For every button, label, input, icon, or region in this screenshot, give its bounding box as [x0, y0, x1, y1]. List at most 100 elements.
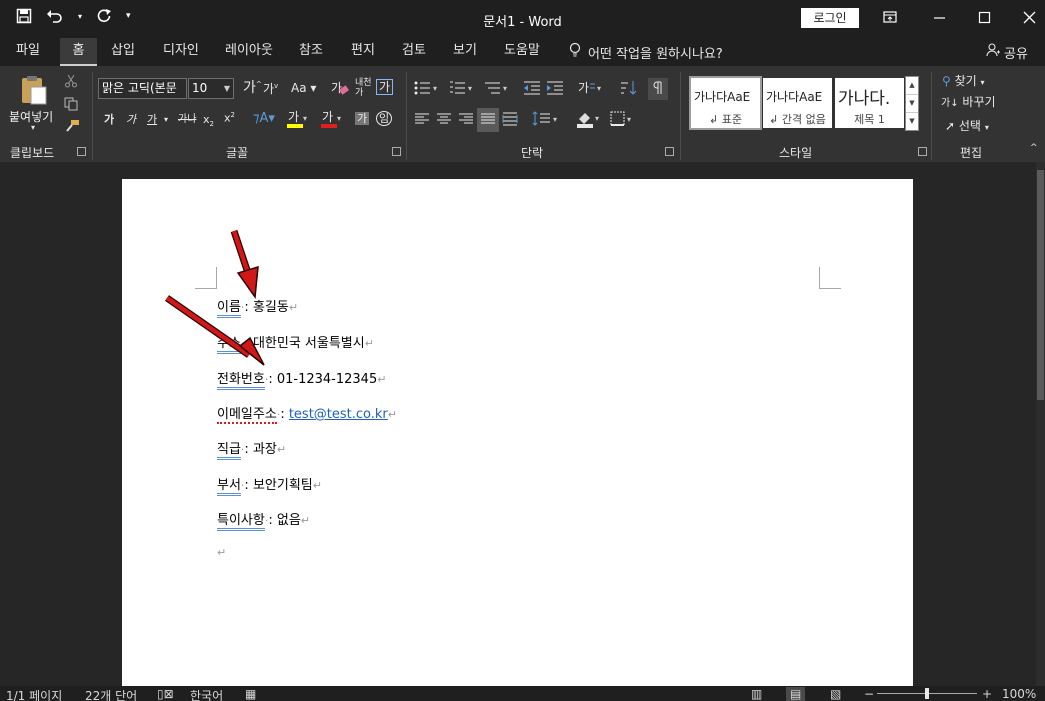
align-center-icon[interactable] — [436, 112, 452, 128]
multilevel-list-icon[interactable]: ▾ — [484, 80, 510, 98]
web-layout-icon[interactable]: ▧ — [830, 687, 841, 701]
character-border-icon[interactable]: 가 — [376, 79, 394, 95]
zoom-slider-thumb[interactable] — [925, 688, 929, 699]
strikethrough-icon[interactable]: 가나 — [178, 115, 196, 125]
maximize-icon[interactable] — [977, 9, 997, 29]
scrollbar-thumb[interactable] — [1037, 170, 1044, 400]
phonetic-guide-icon[interactable]: 내천 가 — [355, 78, 372, 98]
align-right-icon[interactable] — [458, 112, 474, 128]
style-no-spacing[interactable]: 가나다AaE ↲ 간격 없음 — [763, 78, 832, 128]
style-sample: 가나다AaE — [694, 90, 751, 104]
font-color-icon[interactable]: 가 ▾ — [320, 110, 342, 130]
styles-gallery-scroll[interactable]: ▲ ▼ ▼ — [905, 76, 919, 131]
svg-text:▾: ▾ — [627, 115, 631, 124]
group-separator — [92, 72, 93, 160]
minimize-icon[interactable] — [932, 9, 952, 29]
editing-group-label: 편집 — [960, 146, 983, 160]
tab-mailings[interactable]: 편지 — [351, 38, 375, 66]
page-count[interactable]: 1/1 페이지 — [6, 687, 62, 701]
distributed-icon[interactable] — [502, 111, 518, 129]
replace-button[interactable]: 가↓ 바꾸기 — [941, 96, 996, 109]
enclose-characters-icon[interactable]: 임 — [376, 111, 393, 126]
paragraph-launcher-icon[interactable] — [665, 147, 674, 156]
format-painter-icon[interactable] — [64, 119, 80, 135]
justify-icon[interactable] — [477, 108, 499, 132]
select-label: 선택 — [958, 119, 981, 133]
font-name-combo[interactable]: 맑은 고딕(본문 — [98, 78, 187, 99]
align-left-icon[interactable] — [414, 112, 430, 128]
chevron-down-icon[interactable]: ▼ — [906, 94, 918, 112]
tab-layout[interactable]: 레이아웃 — [225, 38, 273, 66]
more-styles-icon[interactable]: ▼ — [906, 112, 918, 130]
tab-home[interactable]: 홈 — [60, 38, 97, 66]
tab-help[interactable]: 도움말 — [504, 38, 540, 66]
clipboard-launcher-icon[interactable] — [77, 147, 86, 156]
close-icon[interactable] — [1022, 9, 1042, 29]
share-button[interactable]: 공유 — [986, 38, 1028, 66]
styles-launcher-icon[interactable] — [918, 147, 927, 156]
cut-icon[interactable] — [64, 74, 78, 90]
tab-view[interactable]: 보기 — [453, 38, 477, 66]
style-heading-1[interactable]: 가나다. 제목 1 — [835, 78, 904, 128]
tab-file[interactable]: 파일 — [16, 38, 40, 66]
underline-icon[interactable]: 가 — [147, 114, 157, 125]
text-effects-icon[interactable]: ⁊A▾ — [253, 112, 275, 125]
collapse-ribbon-icon[interactable]: ^ — [1030, 144, 1038, 153]
sort-icon[interactable] — [620, 80, 638, 98]
chevron-up-icon[interactable]: ▲ — [906, 77, 918, 94]
show-formatting-marks-icon[interactable] — [648, 78, 668, 100]
font-size-combo[interactable]: 10 ▼ — [188, 78, 234, 99]
bold-icon[interactable]: 가 — [104, 114, 114, 125]
svg-text:▾: ▾ — [597, 84, 601, 93]
macro-recording-icon[interactable]: ▦ — [245, 687, 256, 701]
style-sample: 가나다. — [838, 89, 891, 109]
language-indicator[interactable]: 한국어 — [190, 687, 223, 701]
subscript-icon[interactable]: x2 — [203, 114, 214, 128]
bullets-icon[interactable]: ▾ — [414, 80, 440, 98]
paste-icon[interactable] — [18, 74, 50, 108]
tab-design[interactable]: 디자인 — [163, 38, 199, 66]
paste-dropdown-icon[interactable]: ▾ — [31, 124, 35, 132]
shading-icon[interactable]: ▾ — [576, 110, 602, 130]
ribbon-display-options-icon[interactable] — [882, 9, 902, 29]
zoom-out-icon[interactable]: − — [864, 687, 874, 701]
find-button[interactable]: ⚲ 찾기 ▾ — [942, 75, 985, 87]
grow-font-icon[interactable]: 가^ — [243, 81, 262, 95]
zoom-in-icon[interactable]: + — [982, 687, 992, 701]
font-launcher-icon[interactable] — [392, 147, 401, 156]
highlight-color-icon[interactable]: 가 ▾ — [286, 110, 308, 130]
increase-indent-icon[interactable] — [546, 80, 564, 98]
print-layout-icon[interactable]: ▤ — [786, 687, 806, 701]
tab-references[interactable]: 참조 — [299, 38, 323, 66]
vertical-scrollbar[interactable] — [1036, 162, 1045, 686]
tell-me-search[interactable]: 어떤 작업을 원하시나요? — [568, 38, 723, 66]
numbering-icon[interactable]: ▾ — [449, 80, 475, 98]
clear-formatting-icon[interactable]: 가 — [331, 80, 349, 98]
tab-insert[interactable]: 삽입 — [111, 38, 135, 66]
login-button[interactable]: 로그인 — [801, 8, 859, 28]
shrink-font-icon[interactable]: 가v — [263, 83, 278, 96]
decrease-indent-icon[interactable] — [523, 80, 541, 98]
read-mode-icon[interactable]: ▥ — [751, 687, 762, 701]
style-normal[interactable]: 가나다AaE ↲ 표준 — [689, 76, 762, 130]
zoom-level[interactable]: 100% — [1002, 687, 1036, 701]
word-count[interactable]: 22개 단어 — [85, 687, 137, 701]
select-button[interactable]: ➚ 선택 ▾ — [945, 120, 989, 132]
svg-text:가: 가 — [322, 110, 333, 124]
line-spacing-icon[interactable]: ▾ — [532, 111, 560, 129]
red-arrow-icon — [230, 229, 259, 300]
document-page[interactable]: 이름·: 홍길동↵ 주소·: 대한민국 서울특별시↵ 전화번호·: 01-123… — [122, 179, 913, 699]
tab-review[interactable]: 검토 — [402, 38, 426, 66]
borders-icon[interactable]: ▾ — [610, 111, 636, 129]
italic-icon[interactable]: 가 — [126, 114, 136, 125]
svg-text:▾: ▾ — [433, 84, 437, 93]
proofing-icon[interactable]: ▯⊠ — [157, 687, 174, 701]
copy-icon[interactable] — [64, 97, 78, 113]
superscript-icon[interactable]: x2 — [224, 112, 235, 124]
asian-layout-icon[interactable]: 가 ▾ — [578, 80, 604, 98]
change-case-icon[interactable]: Aa ▾ — [291, 82, 316, 94]
underline-dropdown-icon[interactable]: ▾ — [164, 116, 168, 124]
character-shading-icon[interactable]: 가 — [355, 112, 370, 125]
svg-text:가: 가 — [578, 81, 589, 95]
lightbulb-icon — [568, 42, 582, 62]
